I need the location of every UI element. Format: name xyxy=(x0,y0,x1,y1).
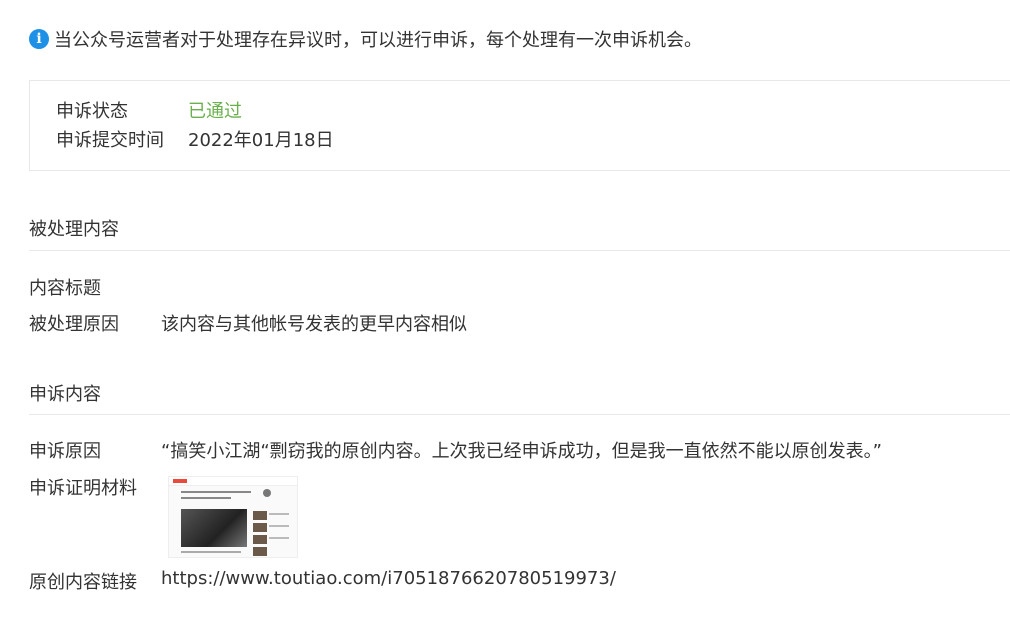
thumbnail-avatar xyxy=(263,489,271,497)
thumbnail-text-line xyxy=(269,537,289,539)
divider xyxy=(29,250,1010,251)
thumbnail-text-line xyxy=(181,551,241,553)
handled-reason-label: 被处理原因 xyxy=(29,314,119,335)
notice-text: 当公众号运营者对于处理存在异议时，可以进行申诉，每个处理有一次申诉机会。 xyxy=(54,30,702,51)
submit-time-value: 2022年01月18日 xyxy=(188,130,334,151)
handled-reason-value: 该内容与其他帐号发表的更早内容相似 xyxy=(161,314,467,335)
submit-time-label: 申诉提交时间 xyxy=(56,130,164,151)
evidence-row: 申诉证明材料 xyxy=(29,474,161,500)
content-title-row: 内容标题 xyxy=(29,274,161,300)
submit-time-row: 申诉提交时间 2022年01月18日 xyxy=(56,126,334,152)
info-icon: i xyxy=(29,29,49,49)
thumbnail-text-line xyxy=(181,491,251,493)
thumbnail-text-line xyxy=(181,497,231,499)
appeal-reason-value: “搞笑小江湖“剽窃我的原创内容。上次我已经申诉成功，但是我一直依然不能以原创发表… xyxy=(161,441,882,462)
evidence-thumbnail[interactable] xyxy=(168,476,298,558)
appeal-status-label: 申诉状态 xyxy=(56,101,128,122)
thumbnail-side-image xyxy=(253,511,267,520)
appeal-status-row: 申诉状态 已通过 xyxy=(56,97,242,123)
notice-bar: i 当公众号运营者对于处理存在异议时，可以进行申诉，每个处理有一次申诉机会。 xyxy=(29,27,702,51)
thumbnail-side-image xyxy=(253,523,267,532)
original-link-row: 原创内容链接 https://www.toutiao.com/i70518766… xyxy=(29,568,616,594)
appeal-status-card: 申诉状态 已通过 申诉提交时间 2022年01月18日 xyxy=(29,80,1010,171)
thumbnail-text-line xyxy=(269,513,289,515)
appeal-reason-label: 申诉原因 xyxy=(29,441,101,462)
thumbnail-logo xyxy=(173,479,187,483)
original-link-label: 原创内容链接 xyxy=(29,572,137,593)
evidence-label: 申诉证明材料 xyxy=(29,478,137,499)
thumbnail-header xyxy=(169,477,297,486)
original-link-value[interactable]: https://www.toutiao.com/i705187662078051… xyxy=(161,568,616,594)
thumbnail-text-line xyxy=(269,525,289,527)
appeal-content-title: 申诉内容 xyxy=(29,384,101,405)
appeal-status-value: 已通过 xyxy=(188,101,242,122)
handled-content-title: 被处理内容 xyxy=(29,219,119,240)
thumbnail-photo xyxy=(181,509,247,547)
appeal-reason-row: 申诉原因 “搞笑小江湖“剽窃我的原创内容。上次我已经申诉成功，但是我一直依然不能… xyxy=(29,437,882,463)
divider xyxy=(29,414,1010,415)
thumbnail-side-image xyxy=(253,547,267,556)
thumbnail-side-image xyxy=(253,535,267,544)
content-title-label: 内容标题 xyxy=(29,278,101,299)
handled-reason-row: 被处理原因 该内容与其他帐号发表的更早内容相似 xyxy=(29,310,467,336)
